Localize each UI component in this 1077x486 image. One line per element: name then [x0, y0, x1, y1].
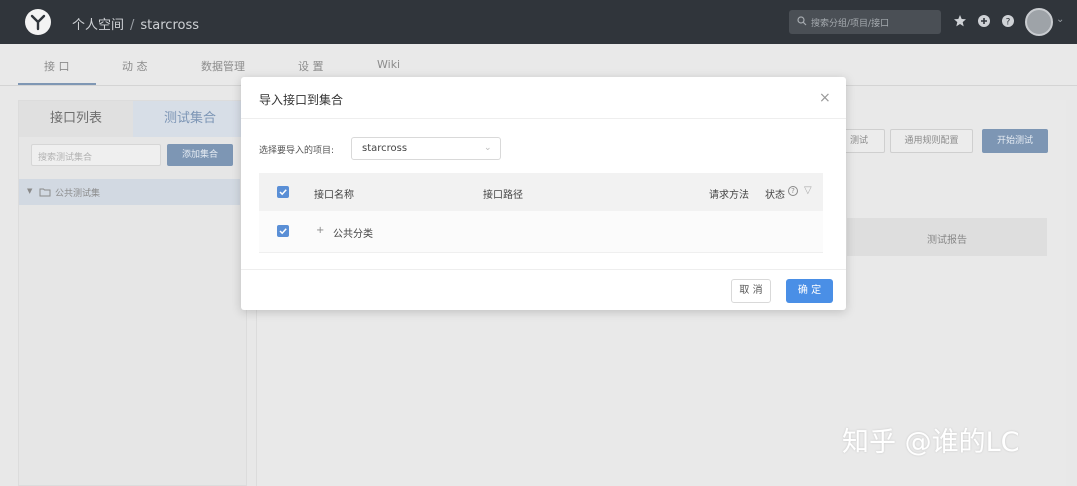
breadcrumb: 个人空间 / starcross [72, 14, 199, 33]
add-circle-icon[interactable] [977, 14, 991, 28]
table-row[interactable]: + 公共分类 [259, 211, 823, 253]
project-select-value: starcross [362, 143, 408, 154]
project-select[interactable]: starcross ⌄ [351, 137, 501, 160]
project-select-label: 选择要导入的项目: [259, 146, 335, 156]
star-icon[interactable] [953, 14, 967, 28]
column-request-method: 请求方法 [709, 190, 749, 201]
confirm-button[interactable]: 确 定 [786, 279, 833, 303]
start-test-button[interactable]: 开始测试 [982, 129, 1048, 153]
search-placeholder: 搜索分组/项目/接口 [811, 19, 890, 29]
tab-wiki[interactable]: Wiki [377, 58, 400, 71]
cancel-button[interactable]: 取 消 [731, 279, 771, 303]
chevron-down-icon[interactable]: ⌄ [1056, 14, 1064, 25]
column-interface-name: 接口名称 [314, 190, 354, 201]
collection-search-placeholder: 搜索测试集合 [38, 153, 93, 163]
column-report: 测试报告 [927, 235, 967, 246]
top-bar: 个人空间 / starcross 搜索分组/项目/接口 ? ⌄ [0, 0, 1077, 44]
sidebar-tabs: 接口列表 测试集合 [19, 101, 248, 137]
tab-settings[interactable]: 设 置 [298, 58, 324, 74]
import-interface-modal: 导入接口到集合 × 选择要导入的项目: starcross ⌄ 接口名称 接口路… [241, 77, 846, 310]
close-icon[interactable]: × [819, 90, 831, 106]
active-tab-indicator [18, 83, 96, 85]
sidebar-tab-test-collection[interactable]: 测试集合 [133, 101, 247, 137]
breadcrumb-project[interactable]: starcross [140, 18, 199, 33]
row-checkbox[interactable] [277, 225, 289, 237]
svg-text:?: ? [1006, 18, 1011, 28]
divider [241, 118, 846, 119]
tab-data-management[interactable]: 数据管理 [201, 58, 245, 74]
breadcrumb-space[interactable]: 个人空间 [72, 18, 124, 33]
interface-table-header: 接口名称 接口路径 请求方法 状态 ? ▽ [259, 173, 823, 211]
breadcrumb-separator: / [130, 18, 135, 33]
app-logo-icon[interactable] [25, 9, 51, 35]
common-rules-button[interactable]: 通用规则配置 [890, 129, 973, 153]
help-circle-icon[interactable]: ? [1001, 14, 1015, 28]
caret-down-icon[interactable]: ▼ [27, 187, 32, 195]
tab-interface[interactable]: 接 口 [44, 58, 70, 74]
folder-icon [39, 188, 51, 197]
modal-title: 导入接口到集合 [259, 93, 344, 107]
column-status: 状态 [765, 190, 785, 201]
select-all-checkbox[interactable] [277, 186, 289, 198]
watermark: 知乎 @谁的LC [842, 427, 1020, 458]
tab-activity[interactable]: 动 态 [122, 58, 148, 74]
expand-icon[interactable]: + [316, 225, 324, 236]
divider [241, 269, 846, 270]
user-avatar[interactable] [1025, 8, 1053, 36]
collection-search-input[interactable]: 搜索测试集合 [31, 144, 161, 166]
table-header-report: 测试报告 [847, 218, 1047, 256]
tree-item-label: 公共测试集 [55, 189, 101, 199]
check-icon [279, 189, 287, 196]
sidebar-tab-interface-list[interactable]: 接口列表 [19, 101, 133, 137]
category-label: 公共分类 [333, 229, 373, 240]
add-collection-button[interactable]: 添加集合 [167, 144, 233, 166]
sidebar: 接口列表 测试集合 搜索测试集合 添加集合 ▼ 公共测试集 [18, 100, 247, 486]
check-icon [279, 228, 287, 235]
column-interface-path: 接口路径 [483, 190, 523, 201]
search-icon [797, 16, 807, 26]
global-search-input[interactable]: 搜索分组/项目/接口 [789, 10, 941, 34]
chevron-down-icon: ⌄ [484, 143, 492, 153]
tree-item-public-collection[interactable]: ▼ 公共测试集 [19, 179, 240, 205]
filter-icon[interactable]: ▽ [804, 185, 812, 196]
question-circle-icon[interactable]: ? [788, 186, 798, 196]
